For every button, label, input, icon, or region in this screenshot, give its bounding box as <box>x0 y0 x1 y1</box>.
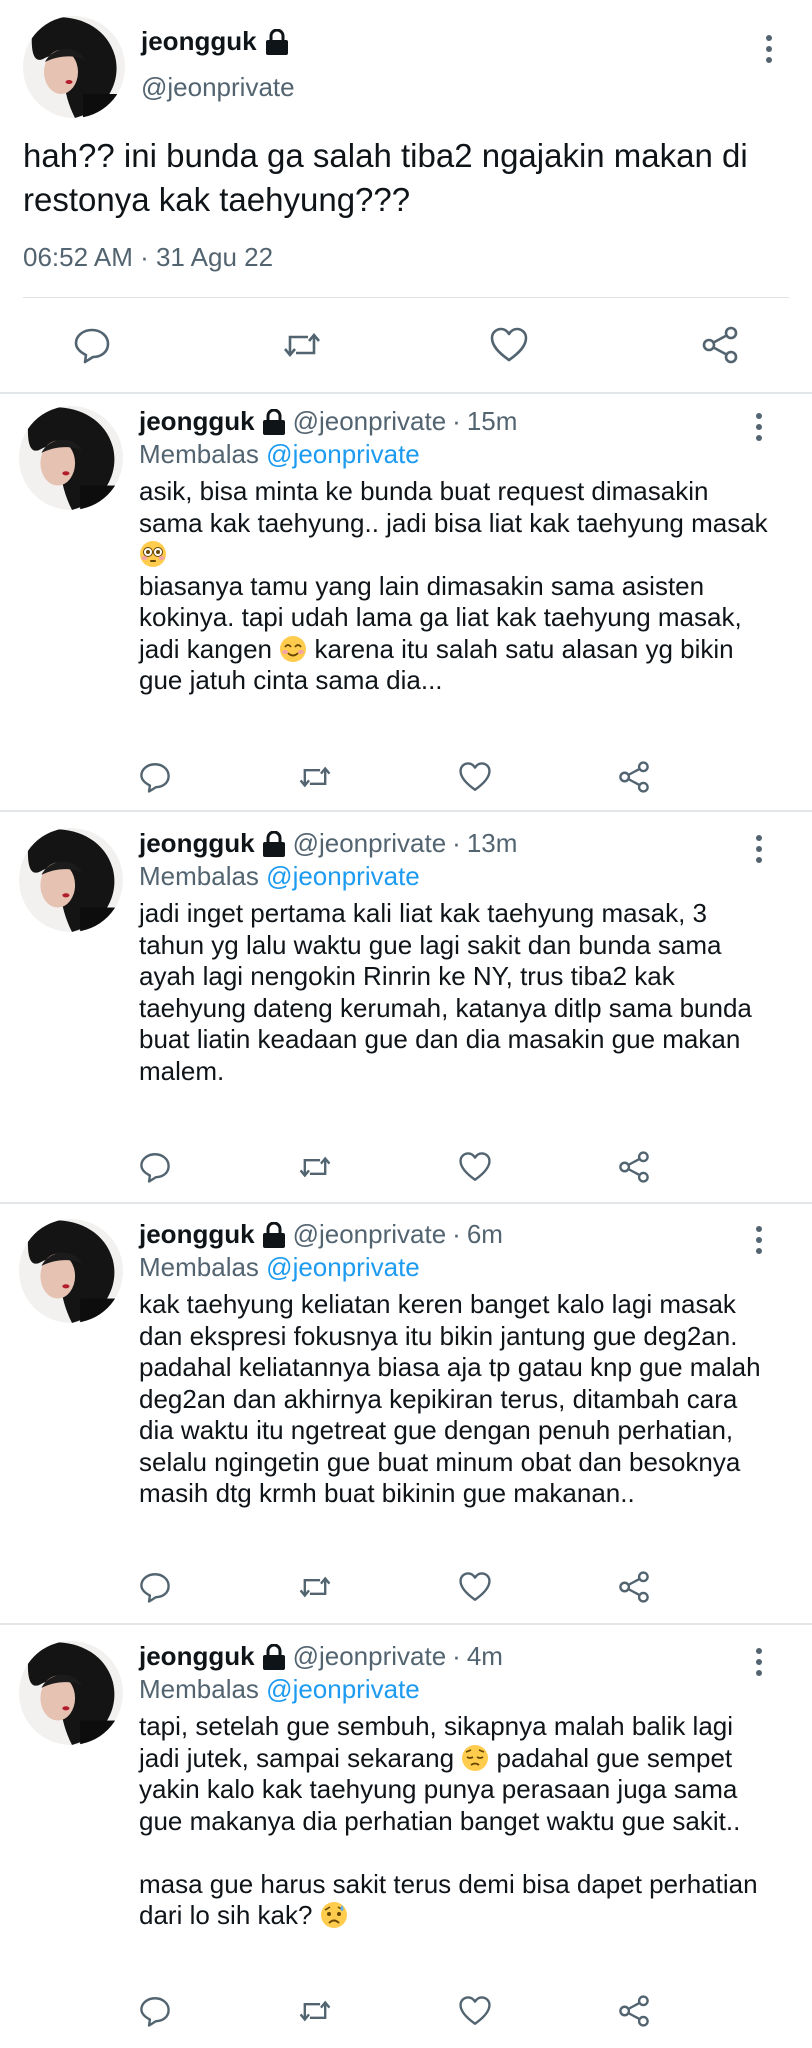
reply-icon[interactable] <box>138 760 172 794</box>
reply-tweet: jeongguk @jeonprivate · 15m Membalas @je… <box>0 394 812 810</box>
display-name[interactable]: jeongguk <box>141 26 257 57</box>
share-icon[interactable] <box>617 1570 651 1604</box>
more-icon[interactable] <box>748 1643 770 1683</box>
pensive-face-emoji <box>461 1744 489 1772</box>
like-icon[interactable] <box>458 1994 492 2028</box>
reply-time: 13m <box>466 828 518 858</box>
user-handle[interactable]: @jeonprivate <box>293 406 447 437</box>
reply-icon[interactable] <box>72 325 112 365</box>
replying-label: Membalas <box>139 1252 259 1282</box>
retweet-icon[interactable] <box>298 1994 332 2028</box>
mention-link[interactable]: @jeonprivate <box>266 861 420 891</box>
divider <box>23 297 789 298</box>
reply-icon[interactable] <box>138 1570 172 1604</box>
replying-label: Membalas <box>139 861 259 891</box>
replying-to: Membalas @jeonprivate <box>139 1252 420 1283</box>
share-icon[interactable] <box>617 1994 651 2028</box>
retweet-icon[interactable] <box>298 760 332 794</box>
reply-tweet: jeongguk @jeonprivate · 13m Membalas @je… <box>0 816 812 1202</box>
more-icon[interactable] <box>748 830 770 870</box>
reply-text: asik, bisa minta ke bunda buat request d… <box>139 476 768 695</box>
like-icon[interactable] <box>489 325 529 365</box>
retweet-icon[interactable] <box>298 1150 332 1184</box>
separator-dot: · <box>452 1219 461 1249</box>
replying-to: Membalas @jeonprivate <box>139 439 420 470</box>
more-icon[interactable] <box>758 30 780 70</box>
reply-text: kak taehyung keliatan keren banget kalo … <box>139 1289 761 1508</box>
reply-tweet: jeongguk @jeonprivate · 4m Membalas @jeo… <box>0 1629 812 2048</box>
user-handle[interactable]: @jeonprivate <box>141 72 295 103</box>
replying-to: Membalas @jeonprivate <box>139 861 420 892</box>
avatar[interactable] <box>19 828 123 932</box>
avatar[interactable] <box>19 406 123 510</box>
main-tweet: jeongguk @jeonprivate hah?? ini bunda ga… <box>0 0 812 392</box>
divider <box>0 1202 812 1204</box>
reply-time: 15m <box>466 406 518 436</box>
avatar[interactable] <box>23 16 125 118</box>
lock-icon <box>262 830 286 857</box>
tweet-timestamp: 06:52 AM · 31 Agu 22 <box>23 242 274 272</box>
reply-icon[interactable] <box>138 1150 172 1184</box>
share-icon[interactable] <box>617 1150 651 1184</box>
user-handle[interactable]: @jeonprivate <box>293 1219 447 1250</box>
retweet-icon[interactable] <box>282 325 322 365</box>
reply-text: jadi inget pertama kali liat kak taehyun… <box>139 898 752 1086</box>
display-name[interactable]: jeongguk <box>139 406 255 437</box>
display-name[interactable]: jeongguk <box>139 828 255 859</box>
disappointed-relieved-emoji <box>320 1901 348 1929</box>
reply-tweet: jeongguk @jeonprivate · 6m Membalas @jeo… <box>0 1207 812 1621</box>
separator-dot: · <box>452 406 461 436</box>
tweet-text: hah?? ini bunda ga salah tiba2 ngajakin … <box>23 137 748 218</box>
avatar[interactable] <box>19 1641 123 1745</box>
like-icon[interactable] <box>458 760 492 794</box>
replying-to: Membalas @jeonprivate <box>139 1674 420 1705</box>
reply-time: 4m <box>466 1641 503 1671</box>
lock-icon <box>262 1221 286 1248</box>
lock-icon <box>265 28 289 55</box>
lock-icon <box>262 1643 286 1670</box>
user-handle[interactable]: @jeonprivate <box>293 828 447 859</box>
reply-text: tapi, setelah gue sembuh, sikapnya malah… <box>139 1711 758 1930</box>
more-icon[interactable] <box>748 1221 770 1261</box>
display-name[interactable]: jeongguk <box>139 1641 255 1672</box>
mention-link[interactable]: @jeonprivate <box>266 1674 420 1704</box>
display-name[interactable]: jeongguk <box>139 1219 255 1250</box>
flushed-face-emoji <box>139 540 167 568</box>
like-icon[interactable] <box>458 1570 492 1604</box>
replying-label: Membalas <box>139 439 259 469</box>
replying-label: Membalas <box>139 1674 259 1704</box>
reply-icon[interactable] <box>138 1994 172 2028</box>
divider <box>0 810 812 812</box>
reply-time: 6m <box>466 1219 503 1249</box>
mention-link[interactable]: @jeonprivate <box>266 439 420 469</box>
separator-dot: · <box>452 1641 461 1671</box>
share-icon[interactable] <box>700 325 740 365</box>
share-icon[interactable] <box>617 760 651 794</box>
like-icon[interactable] <box>458 1150 492 1184</box>
retweet-icon[interactable] <box>298 1570 332 1604</box>
avatar[interactable] <box>19 1219 123 1323</box>
separator-dot: · <box>452 828 461 858</box>
mention-link[interactable]: @jeonprivate <box>266 1252 420 1282</box>
user-handle[interactable]: @jeonprivate <box>293 1641 447 1672</box>
more-icon[interactable] <box>748 408 770 448</box>
divider <box>0 1623 812 1625</box>
smiling-eyes-emoji <box>279 635 307 663</box>
lock-icon <box>262 408 286 435</box>
